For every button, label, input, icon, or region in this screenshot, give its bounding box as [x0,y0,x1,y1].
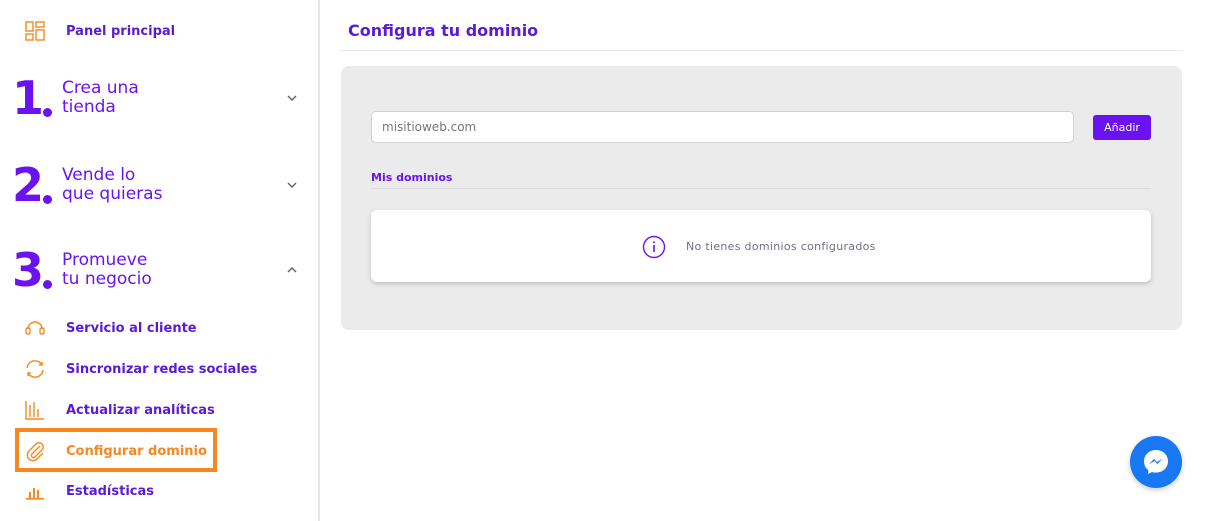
info-icon [642,235,666,259]
step-3-promueve-tu-negocio[interactable]: 3 Promueve tu negocio [12,240,312,300]
empty-domains-message-box: No tienes dominios configurados [371,210,1151,282]
step-title: Vende lo que quieras [62,165,163,204]
sidebar-item-label: Panel principal [66,23,176,39]
app-root: Panel principal 1 Crea una tienda 2 Vende… [0,0,1209,521]
add-domain-button[interactable]: Añadir [1093,115,1151,140]
sidebar-item-label: Actualizar analíticas [66,402,215,418]
domain-input[interactable] [371,111,1074,143]
section-divider [371,188,1151,189]
sidebar-item-sincronizar-redes[interactable]: Sincronizar redes sociales [22,358,257,380]
chevron-up-icon [287,266,297,273]
title-divider [340,50,1182,51]
sidebar-item-actualizar-analiticas[interactable]: Actualizar analíticas [22,399,215,421]
headset-icon [22,317,48,339]
step-title: Crea una tienda [62,78,139,117]
sidebar-item-label: Servicio al cliente [66,320,197,336]
step-title: Promueve tu negocio [62,250,152,289]
messenger-icon [1144,450,1168,474]
chevron-down-icon [287,95,297,102]
step-1-crea-una-tienda[interactable]: 1 Crea una tienda [12,68,312,128]
empty-domains-text: No tienes dominios configurados [686,240,876,253]
analytics-icon [22,399,48,421]
sidebar-item-dashboard[interactable]: Panel principal [22,20,175,42]
step-number: 3 [12,247,52,293]
step-number: 2 [12,162,52,208]
domain-card [341,66,1182,330]
step-2-vende-lo-que-quieras[interactable]: 2 Vende lo que quieras [12,155,312,215]
bar-chart-icon [22,480,48,502]
chevron-down-icon [287,182,297,189]
dashboard-icon [22,20,48,42]
sync-icon [22,358,48,380]
my-domains-heading: Mis dominios [371,171,453,184]
sidebar-item-label: Sincronizar redes sociales [66,361,258,377]
messenger-chat-button[interactable] [1130,436,1182,488]
page-title: Configura tu dominio [348,21,539,40]
active-item-highlight [15,428,217,472]
sidebar-item-estadisticas[interactable]: Estadísticas [22,480,154,502]
sidebar-item-servicio-al-cliente[interactable]: Servicio al cliente [22,317,197,339]
step-number: 1 [12,75,52,121]
sidebar: Panel principal 1 Crea una tienda 2 Vende… [0,0,320,521]
sidebar-item-label: Estadísticas [66,483,154,499]
